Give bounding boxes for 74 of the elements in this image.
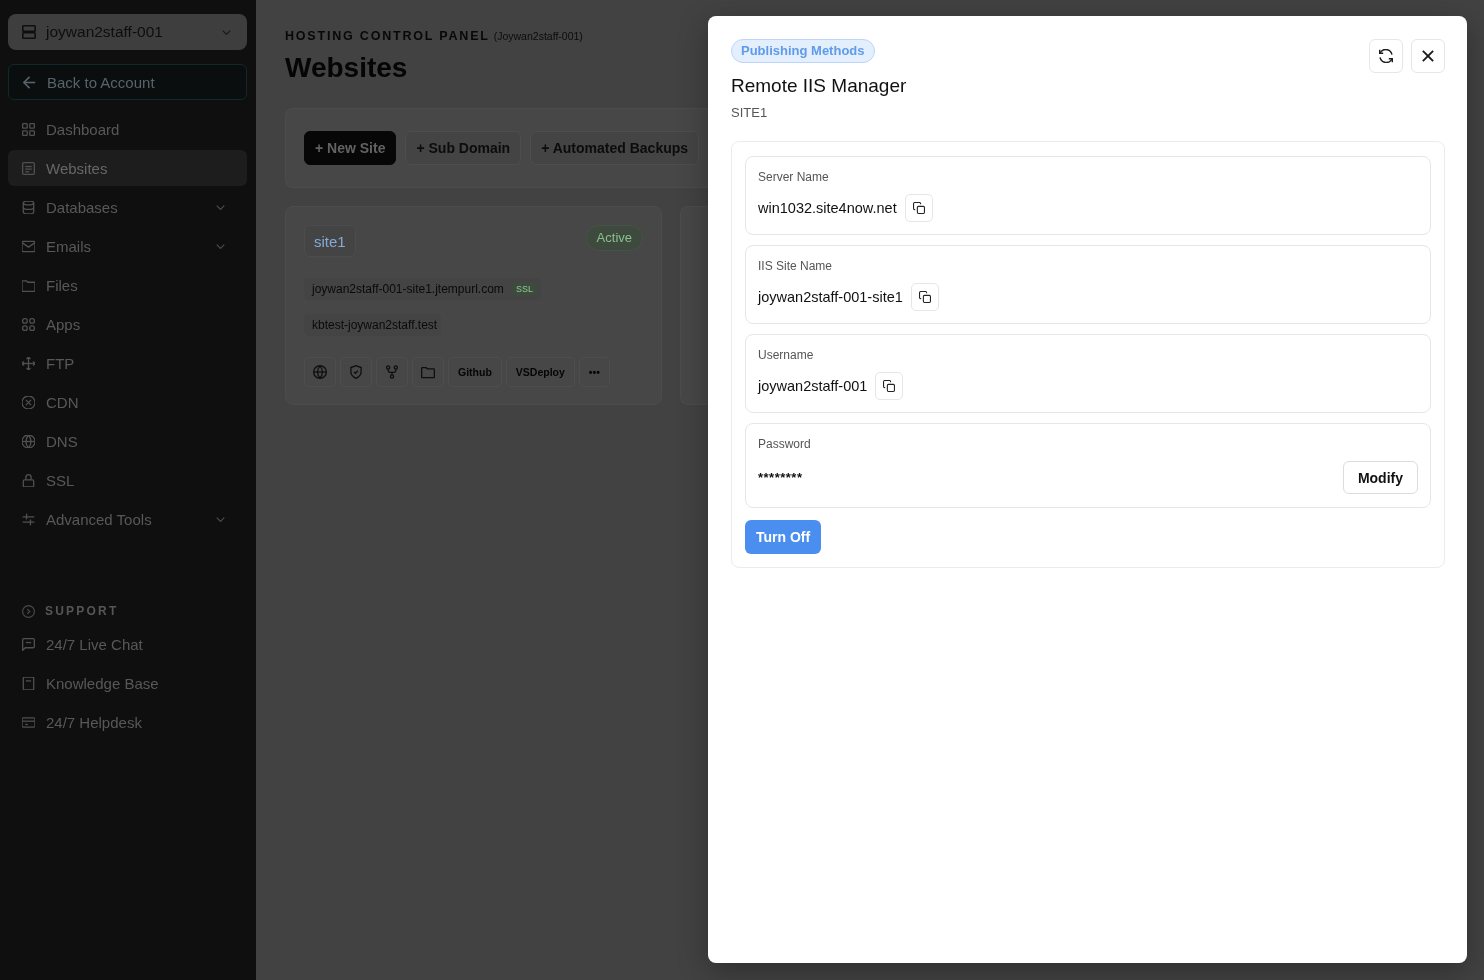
field-label: Password — [758, 437, 812, 452]
folder-icon — [421, 365, 435, 379]
database-icon — [22, 200, 35, 214]
list-icon — [22, 161, 35, 175]
chevron-down-icon — [222, 29, 231, 35]
shield-icon — [349, 365, 363, 379]
action-button[interactable]: ••• — [578, 357, 610, 387]
turn-off-button[interactable]: Turn Off — [745, 520, 822, 554]
fork-icon — [385, 365, 399, 379]
sidebar-item[interactable]: FTP — [8, 345, 247, 381]
sidebar-item[interactable]: Websites — [8, 150, 247, 186]
copy-button[interactable] — [910, 283, 939, 311]
globe-icon — [22, 434, 35, 448]
sidebar-item[interactable]: Files — [8, 267, 247, 303]
close-icon — [1422, 50, 1434, 62]
card-icon — [22, 715, 35, 729]
chevron-circle-icon — [22, 604, 35, 618]
site-name-link[interactable]: site1 — [304, 225, 356, 257]
copy-button[interactable] — [875, 372, 904, 400]
move-icon — [22, 356, 35, 370]
sidebar-item[interactable]: SSL — [8, 462, 247, 498]
circle-cross-icon — [22, 395, 35, 409]
book-icon — [22, 676, 35, 690]
status-badge: Active — [585, 225, 643, 251]
action-button[interactable]: Github — [448, 357, 502, 387]
sidebar-item[interactable]: CDN — [8, 384, 247, 420]
action-button[interactable]: VSDeploy — [505, 357, 575, 387]
panel-eyebrow: HOSTING CONTROL PANEL — [285, 28, 490, 44]
sidebar-item[interactable]: DNS — [8, 423, 247, 459]
page-title: Websites — [285, 51, 408, 85]
globe-icon — [313, 365, 327, 379]
toolbar-button[interactable]: + New Site — [304, 131, 397, 165]
password-value: ******** — [758, 470, 803, 485]
sidebar-item[interactable]: 24/7 Live Chat — [8, 626, 247, 662]
field-value: win1032.site4now.net — [758, 200, 897, 216]
modal-title: Remote IIS Manager — [731, 74, 907, 98]
lock-icon — [22, 473, 35, 487]
copy-icon — [883, 380, 896, 392]
category-badge: Publishing Methods — [731, 39, 875, 63]
modal-subtitle: SITE1 — [731, 105, 768, 121]
folder-icon — [22, 278, 35, 292]
back-link[interactable]: Back to Account — [8, 64, 247, 100]
field-label: IIS Site Name — [758, 259, 834, 274]
modify-button[interactable]: Modify — [1342, 461, 1418, 494]
domain-link[interactable]: joywan2staff-001-site1.jtempurl.com SSL — [304, 278, 541, 300]
sidebar-item[interactable]: Knowledge Base — [8, 665, 247, 701]
sliders-icon — [22, 512, 35, 526]
copy-icon — [912, 202, 925, 214]
copy-button[interactable] — [904, 194, 933, 222]
field-label: Username — [758, 348, 815, 363]
mail-icon — [22, 239, 35, 253]
refresh-button[interactable] — [1369, 39, 1403, 73]
refresh-icon — [1379, 49, 1393, 63]
arrow-left-icon — [23, 75, 36, 89]
toolbar-button[interactable]: + Sub Domain — [405, 131, 522, 165]
sidebar-item[interactable]: Emails — [8, 228, 247, 264]
server-icon — [22, 25, 36, 39]
chat-icon — [22, 637, 35, 651]
section-title: SUPPORT — [45, 604, 119, 618]
grid-icon — [22, 122, 35, 136]
field-value: joywan2staff-001-site1 — [758, 289, 903, 305]
copy-icon — [918, 291, 931, 303]
sidebar-item[interactable]: 24/7 Helpdesk — [8, 704, 247, 740]
field-label: Server Name — [758, 170, 830, 185]
close-button[interactable] — [1411, 39, 1445, 73]
sidebar-item[interactable]: Apps — [8, 306, 247, 342]
domain-link[interactable]: kbtest-joywan2staff.test — [304, 314, 442, 336]
field-value: joywan2staff-001 — [758, 378, 868, 394]
sidebar-item[interactable]: Advanced Tools — [8, 501, 247, 537]
sidebar-item[interactable]: Databases — [8, 189, 247, 225]
sidebar-item[interactable]: Dashboard — [8, 111, 247, 147]
ssl-badge: SSL — [511, 282, 537, 296]
toolbar-button[interactable]: + Automated Backups — [530, 131, 700, 165]
grid-icon — [22, 317, 35, 331]
